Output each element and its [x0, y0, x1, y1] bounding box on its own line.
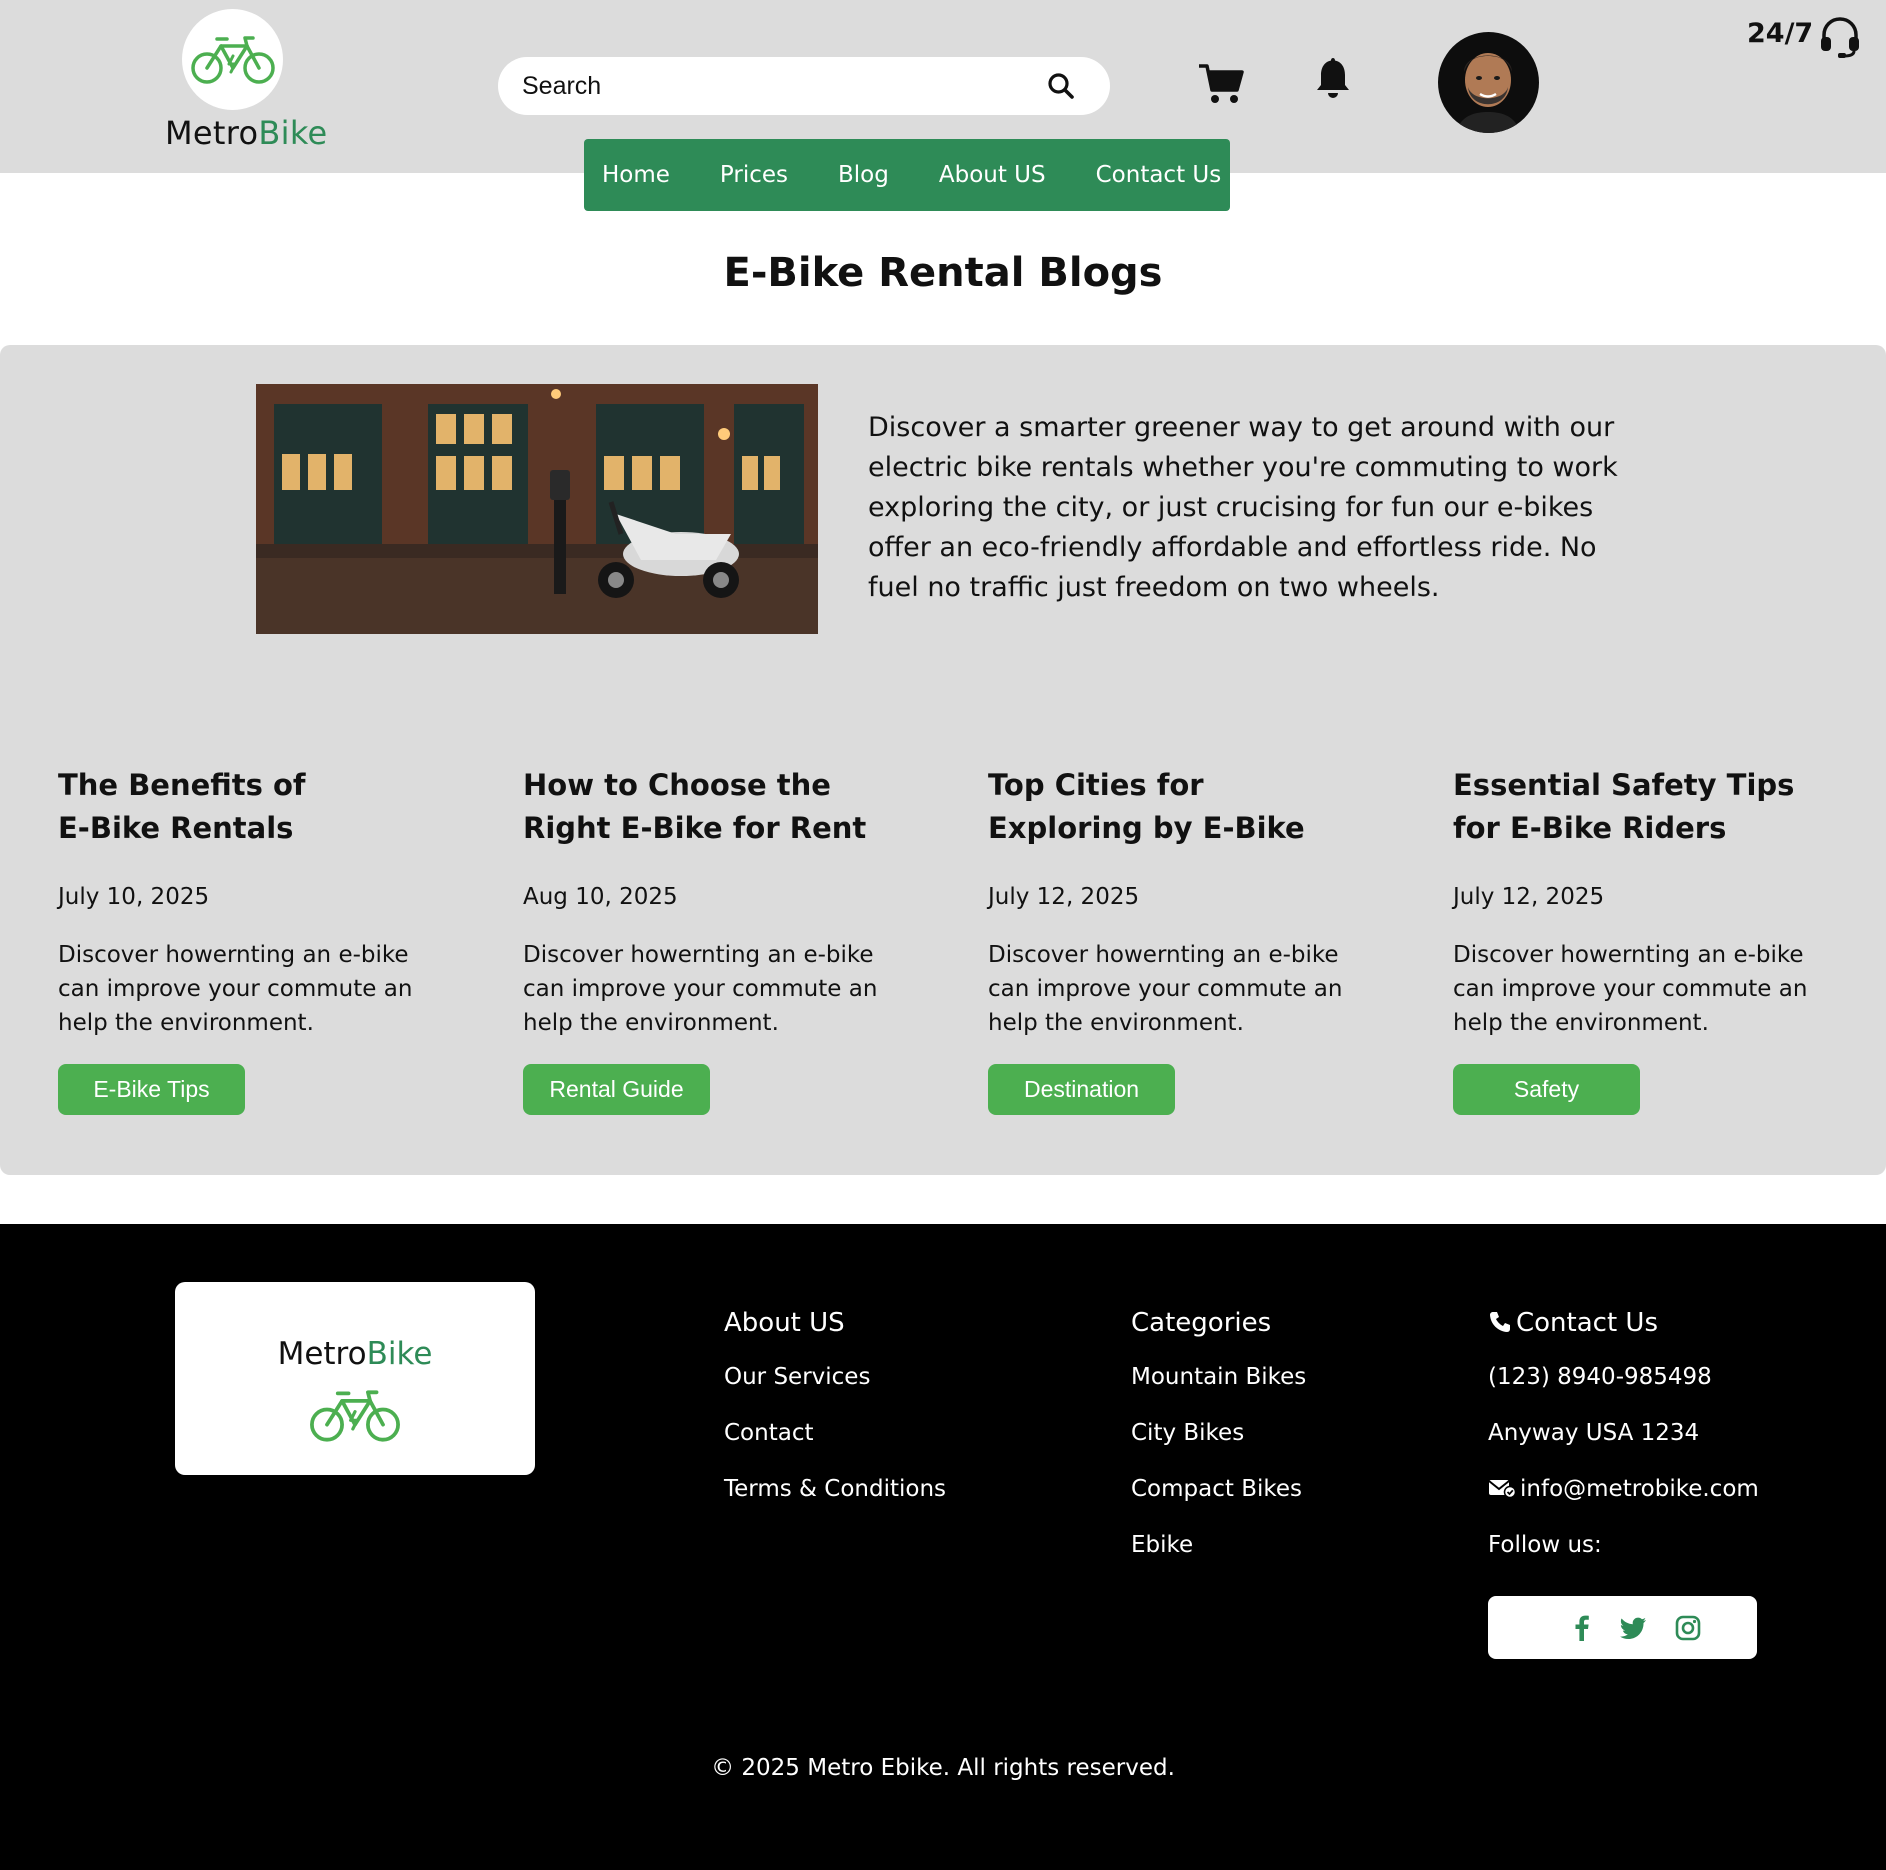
- search-input[interactable]: [522, 57, 1022, 115]
- footer-brand-part2: Bike: [366, 1336, 433, 1372]
- copyright: © 2025 Metro Ebike. All rights reserved.: [711, 1755, 1175, 1781]
- footer-about-heading: About US: [724, 1308, 845, 1338]
- footer-address: Anyway USA 1234: [1488, 1420, 1700, 1446]
- nav-item-about[interactable]: About US: [939, 162, 1046, 188]
- headset-icon[interactable]: [1818, 15, 1862, 59]
- cart-icon[interactable]: [1197, 62, 1245, 106]
- blog-card-title-line2: E-Bike Rentals: [58, 811, 294, 845]
- support-hours: 24/7: [1747, 18, 1814, 49]
- email-icon: [1488, 1480, 1517, 1499]
- brand-name-part1: Metro: [165, 114, 259, 152]
- footer-categories-heading: Categories: [1131, 1308, 1272, 1338]
- hero-image: [256, 384, 818, 634]
- blog-card-title[interactable]: Top Cities for Exploring by E-Bike: [988, 764, 1348, 850]
- blog-card-tag[interactable]: Safety: [1453, 1064, 1640, 1115]
- blog-card-description: Discover howernting an e-bike can improv…: [1453, 942, 1808, 1036]
- footer-link-city-bikes[interactable]: City Bikes: [1131, 1420, 1306, 1446]
- footer-email-row[interactable]: info@metrobike.com: [1488, 1476, 1759, 1502]
- blog-card-description: Discover howernting an e-bike can improv…: [988, 942, 1343, 1036]
- instagram-icon[interactable]: [1674, 1614, 1702, 1642]
- blog-card: Top Cities for Exploring by E-Bike July 1…: [988, 764, 1388, 1115]
- footer-link-ebike[interactable]: Ebike: [1131, 1532, 1306, 1558]
- twitter-icon[interactable]: [1619, 1614, 1647, 1642]
- nav-item-contact[interactable]: Contact Us: [1096, 162, 1222, 188]
- blog-card: Essential Safety Tips for E-Bike Riders J…: [1453, 764, 1853, 1115]
- footer-brand-name: MetroBike: [175, 1336, 535, 1372]
- footer-logo[interactable]: MetroBike: [175, 1282, 535, 1475]
- footer-link-mountain-bikes[interactable]: Mountain Bikes: [1131, 1364, 1306, 1390]
- blog-card-tag[interactable]: E-Bike Tips: [58, 1064, 245, 1115]
- hero-description: Discover a smarter greener way to get ar…: [868, 412, 1618, 603]
- blog-card-title[interactable]: The Benefits of E-Bike Rentals: [58, 764, 418, 850]
- user-photo-icon: [1456, 53, 1520, 133]
- blog-card-title-line1: How to Choose the: [523, 768, 831, 802]
- search-bar: [498, 57, 1110, 115]
- avatar[interactable]: [1438, 32, 1539, 133]
- blog-card-tag[interactable]: Rental Guide: [523, 1064, 710, 1115]
- blog-card-title-line2: for E-Bike Riders: [1453, 811, 1727, 845]
- footer-link-compact-bikes[interactable]: Compact Bikes: [1131, 1476, 1306, 1502]
- brand-name-part2: Bike: [258, 114, 328, 152]
- footer-link-contact[interactable]: Contact: [724, 1420, 946, 1446]
- blog-card-tag[interactable]: Destination: [988, 1064, 1175, 1115]
- phone-icon: [1490, 1312, 1510, 1332]
- blog-card-title-line1: Essential Safety Tips: [1453, 768, 1795, 802]
- bike-icon: [190, 35, 275, 84]
- footer-contact-heading-text: Contact Us: [1516, 1308, 1658, 1338]
- brand-name: MetroBike: [165, 114, 328, 152]
- footer-follow-label: Follow us:: [1488, 1532, 1602, 1558]
- page-title: E-Bike Rental Blogs: [723, 250, 1163, 296]
- blog-card-date: July 10, 2025: [58, 884, 210, 910]
- blog-card-title-line2: Exploring by E-Bike: [988, 811, 1305, 845]
- blog-card-title-line1: Top Cities for: [988, 768, 1204, 802]
- footer-contact-column: Contact Us (123) 8940-985498 Anyway USA …: [1488, 1308, 1759, 1588]
- site-footer: MetroBike About US Our Services Contact …: [0, 1224, 1886, 1870]
- blog-card-date: July 12, 2025: [988, 884, 1140, 910]
- footer-categories-column: Categories Mountain Bikes City Bikes Com…: [1131, 1308, 1306, 1588]
- bell-icon[interactable]: [1313, 55, 1353, 99]
- blog-card-title-line2: Right E-Bike for Rent: [523, 811, 867, 845]
- blog-card-date: Aug 10, 2025: [523, 884, 678, 910]
- blog-card-description: Discover howernting an e-bike can improv…: [523, 942, 878, 1036]
- footer-email: info@metrobike.com: [1520, 1476, 1759, 1502]
- footer-contact-heading: Contact Us: [1488, 1308, 1759, 1338]
- blog-card-date: July 12, 2025: [1453, 884, 1605, 910]
- nav-item-prices[interactable]: Prices: [720, 162, 788, 188]
- blog-card-title[interactable]: Essential Safety Tips for E-Bike Riders: [1453, 764, 1813, 850]
- footer-link-services[interactable]: Our Services: [724, 1364, 946, 1390]
- social-links: [1488, 1596, 1757, 1659]
- nav-item-home[interactable]: Home: [602, 162, 670, 188]
- blog-card: The Benefits of E-Bike Rentals July 10, 2…: [58, 764, 458, 1115]
- facebook-icon[interactable]: [1568, 1614, 1596, 1642]
- search-icon[interactable]: [1046, 71, 1076, 101]
- footer-phone: (123) 8940-985498: [1488, 1364, 1712, 1390]
- blog-card: How to Choose the Right E-Bike for Rent A…: [523, 764, 923, 1115]
- bike-icon: [310, 1390, 400, 1442]
- footer-brand-part1: Metro: [277, 1336, 367, 1372]
- footer-link-terms[interactable]: Terms & Conditions: [724, 1476, 946, 1502]
- footer-about-column: About US Our Services Contact Terms & Co…: [724, 1308, 946, 1532]
- blog-card-description: Discover howernting an e-bike can improv…: [58, 942, 413, 1036]
- logo[interactable]: [182, 9, 283, 110]
- nav-item-blog[interactable]: Blog: [838, 162, 889, 188]
- blog-card-title-line1: The Benefits of: [58, 768, 306, 802]
- main-nav: Home Prices Blog About US Contact Us: [584, 139, 1230, 211]
- blog-card-title[interactable]: How to Choose the Right E-Bike for Rent: [523, 764, 883, 850]
